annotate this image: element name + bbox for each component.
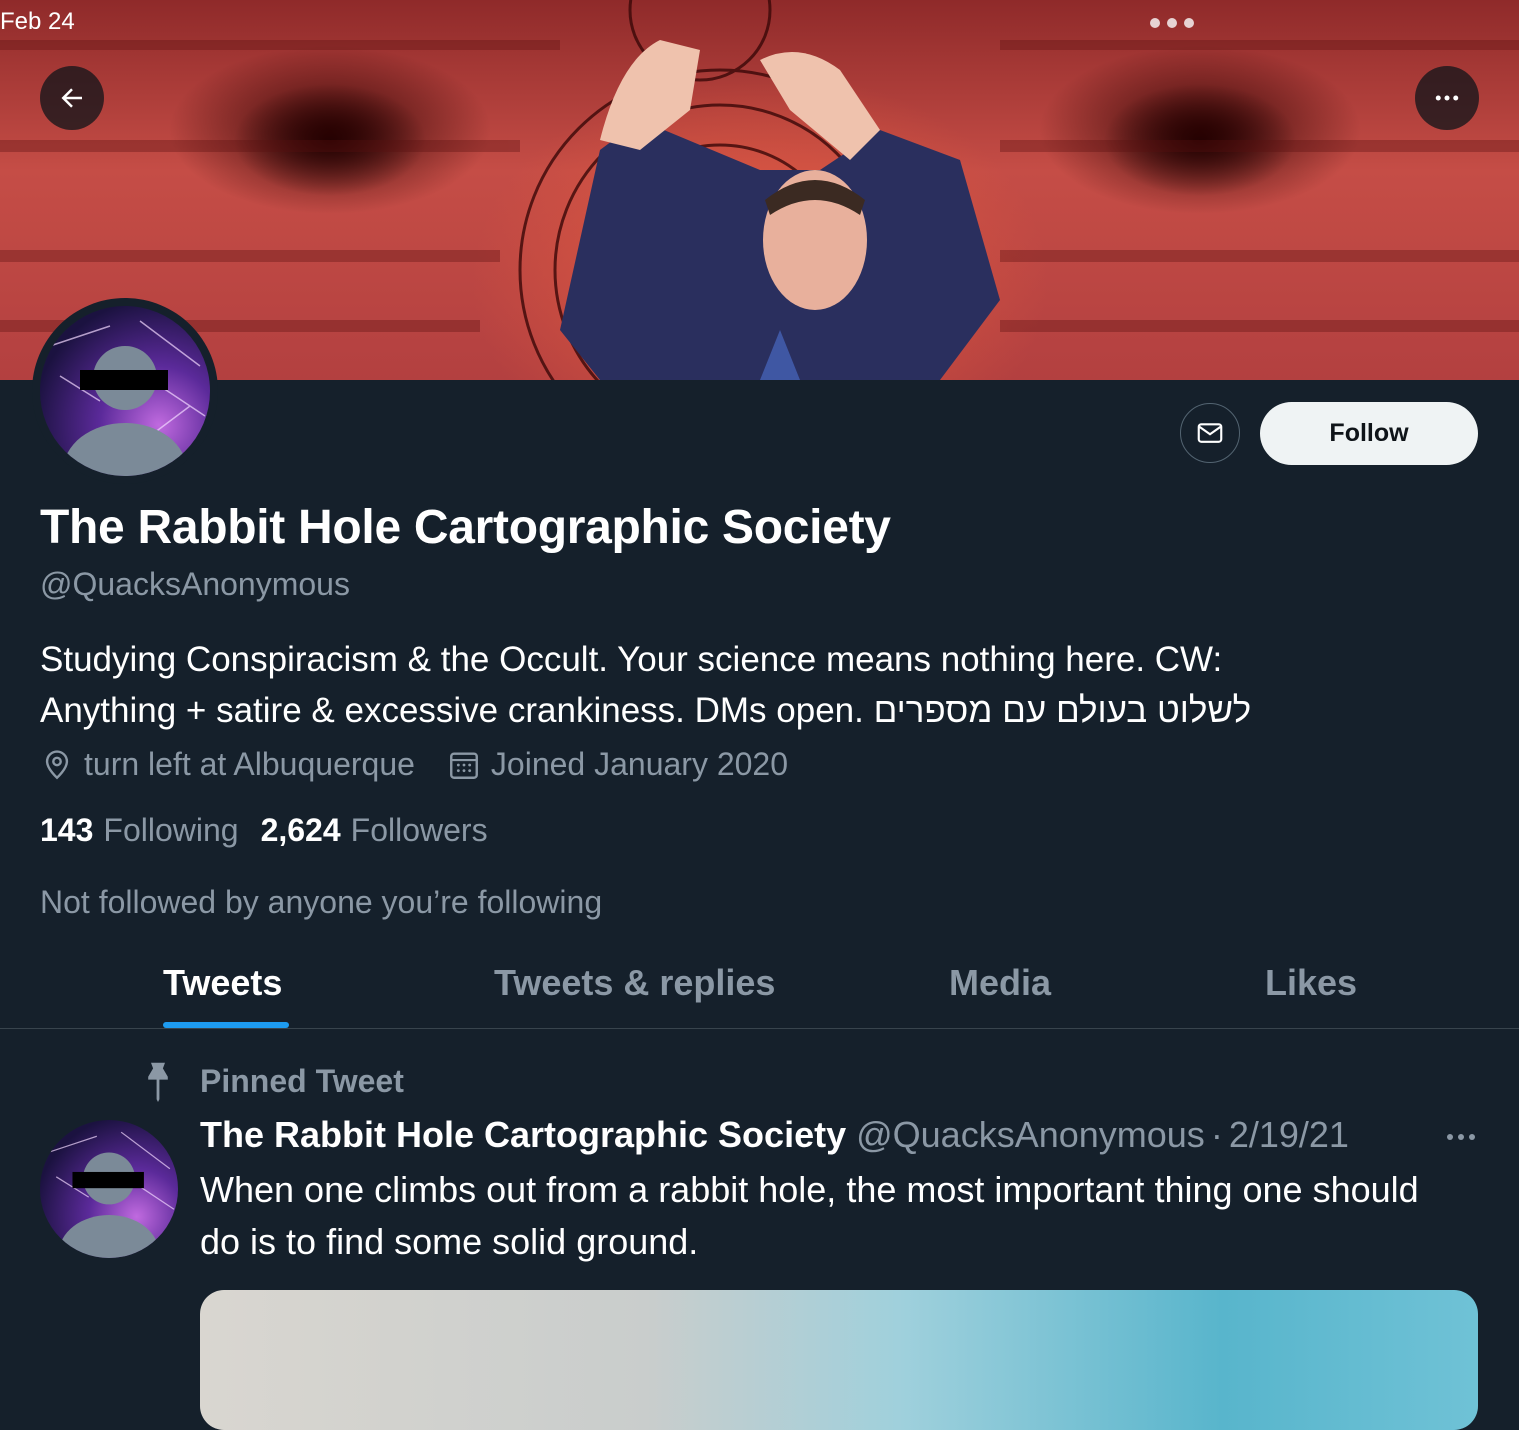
status-bar-date: Feb 24	[0, 8, 75, 35]
pinned-tweet-label: Pinned Tweet	[138, 1060, 404, 1102]
more-horizontal-icon	[1447, 1134, 1475, 1140]
avatar-image	[40, 306, 210, 476]
not-followed-notice: Not followed by anyone you’re following	[40, 884, 603, 920]
multitasking-dots-icon[interactable]	[1150, 18, 1194, 28]
profile-location: turn left at Albuquerque	[40, 746, 415, 783]
following-link[interactable]: 143 Following	[40, 812, 239, 849]
followers-count: 2,624	[260, 812, 341, 848]
banner-artwork	[0, 0, 1519, 380]
more-horizontal-icon	[1435, 95, 1459, 101]
profile-display-name: The Rabbit Hole Cartographic Society	[40, 501, 891, 554]
tweet-header: The Rabbit Hole Cartographic Society @Qu…	[200, 1114, 1349, 1156]
tweet-more-button[interactable]	[1446, 1130, 1476, 1149]
message-button[interactable]	[1180, 403, 1240, 463]
tab-likes[interactable]: Likes	[1265, 962, 1357, 1004]
active-tab-indicator	[163, 1022, 289, 1028]
profile-bio: Studying Conspiracism & the Occult. Your…	[40, 640, 1252, 730]
tab-tweets[interactable]: Tweets	[163, 962, 282, 1004]
joined-text: Joined January 2020	[490, 746, 789, 782]
profile-joined: Joined January 2020	[447, 746, 788, 783]
profile-avatar[interactable]	[32, 298, 218, 484]
tweet-author-handle[interactable]: @QuacksAnonymous	[856, 1114, 1205, 1156]
location-text: turn left at Albuquerque	[84, 746, 415, 782]
tweet-media-image[interactable]	[200, 1290, 1478, 1430]
envelope-icon	[1197, 423, 1223, 443]
location-pin-icon	[40, 748, 74, 782]
back-button[interactable]	[40, 66, 104, 130]
follow-button[interactable]: Follow	[1260, 402, 1478, 465]
profile-tabs: Tweets Tweets & replies Media Likes	[0, 950, 1519, 1029]
tab-tweets-and-replies[interactable]: Tweets & replies	[494, 962, 775, 1004]
more-options-button[interactable]	[1415, 66, 1479, 130]
profile-handle: @QuacksAnonymous	[40, 566, 350, 602]
pin-icon	[138, 1060, 178, 1102]
tweet-separator: ·	[1210, 1114, 1223, 1155]
profile-meta: turn left at Albuquerque Joined January …	[40, 746, 788, 783]
followers-link[interactable]: 2,624 Followers	[261, 812, 488, 849]
profile-banner[interactable]	[0, 0, 1519, 380]
tweet-author-avatar[interactable]	[40, 1120, 178, 1258]
tweet-author-name[interactable]: The Rabbit Hole Cartographic Society	[200, 1114, 846, 1156]
arrow-left-icon	[61, 88, 82, 108]
following-label: Following	[103, 812, 239, 848]
tweet-text: When one climbs out from a rabbit hole, …	[200, 1169, 1419, 1262]
followers-label: Followers	[350, 812, 488, 848]
profile-stats: 143 Following 2,624 Followers	[40, 812, 510, 849]
following-count: 143	[40, 812, 94, 848]
calendar-icon	[447, 748, 481, 782]
tab-media[interactable]: Media	[949, 962, 1051, 1004]
tweet-date[interactable]: 2/19/21	[1229, 1114, 1349, 1156]
pinned-tweet-text: Pinned Tweet	[200, 1062, 404, 1099]
